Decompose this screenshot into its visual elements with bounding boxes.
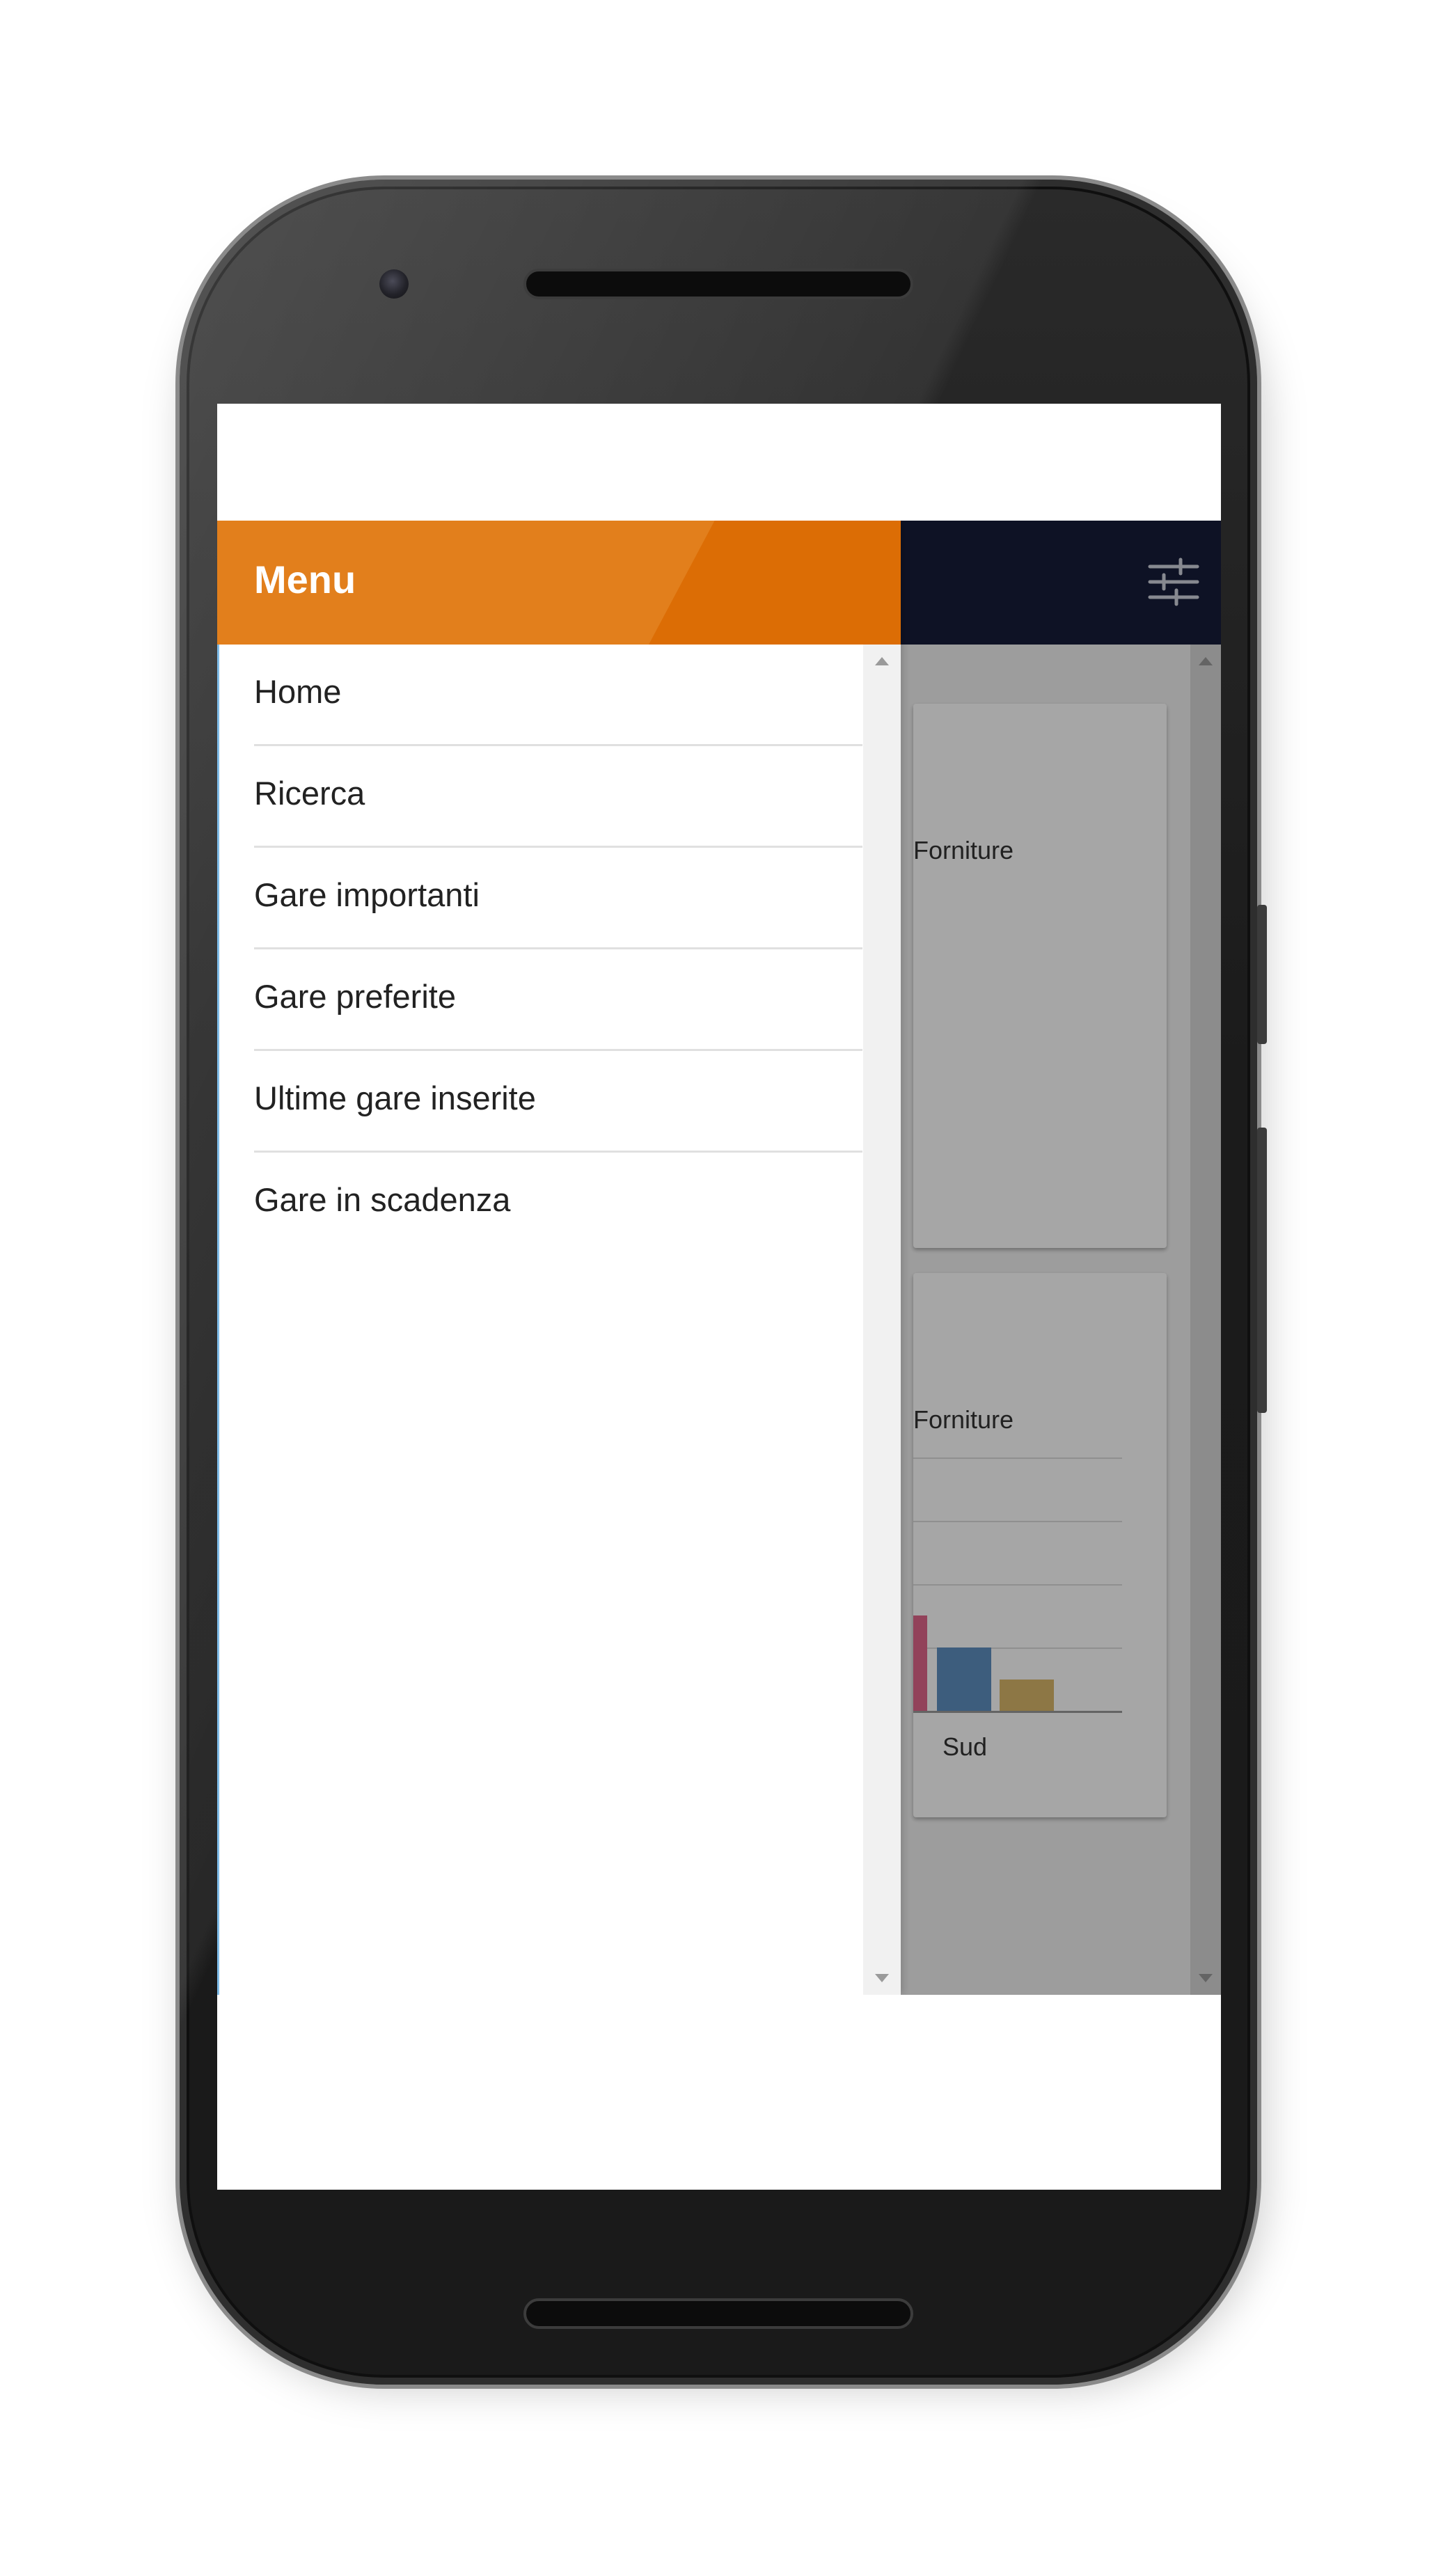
- drawer-menu-list: Home Ricerca Gare importanti Gare prefer…: [217, 645, 863, 1254]
- menu-item-label: Gare importanti: [254, 876, 480, 913]
- power-button: [1257, 905, 1267, 1044]
- drawer-title: Menu: [254, 558, 356, 601]
- menu-item-label: Gare preferite: [254, 978, 456, 1015]
- status-bar-area: [217, 404, 1221, 521]
- navigation-drawer: Menu Home Ricerca Gare importanti Gare p…: [217, 521, 901, 1995]
- menu-item-label: Gare in scadenza: [254, 1181, 511, 1218]
- menu-item-label: Ricerca: [254, 775, 365, 812]
- app-area: Forniture Forniture Sud Menu Home Ricerc…: [217, 521, 1221, 1995]
- top-speaker: [523, 269, 913, 299]
- drawer-header-shade: [649, 521, 901, 645]
- menu-item-gare-in-scadenza[interactable]: Gare in scadenza: [254, 1153, 862, 1254]
- scroll-down-arrow-icon[interactable]: [875, 1974, 889, 1982]
- menu-item-label: Home: [254, 673, 342, 710]
- front-camera: [379, 269, 409, 299]
- volume-button: [1257, 1128, 1267, 1413]
- menu-item-label: Ultime gare inserite: [254, 1080, 536, 1116]
- menu-item-home[interactable]: Home: [254, 645, 862, 746]
- drawer-scrollbar[interactable]: [863, 645, 901, 1995]
- menu-item-ultime-gare-inserite[interactable]: Ultime gare inserite: [254, 1051, 862, 1153]
- drawer-header: Menu: [217, 521, 901, 645]
- menu-item-ricerca[interactable]: Ricerca: [254, 746, 862, 848]
- bottom-speaker: [523, 2298, 913, 2329]
- menu-item-gare-preferite[interactable]: Gare preferite: [254, 949, 862, 1051]
- scroll-up-arrow-icon[interactable]: [875, 657, 889, 665]
- menu-item-gare-importanti[interactable]: Gare importanti: [254, 848, 862, 949]
- phone-screen: Forniture Forniture Sud Menu Home Ricerc…: [217, 404, 1221, 2190]
